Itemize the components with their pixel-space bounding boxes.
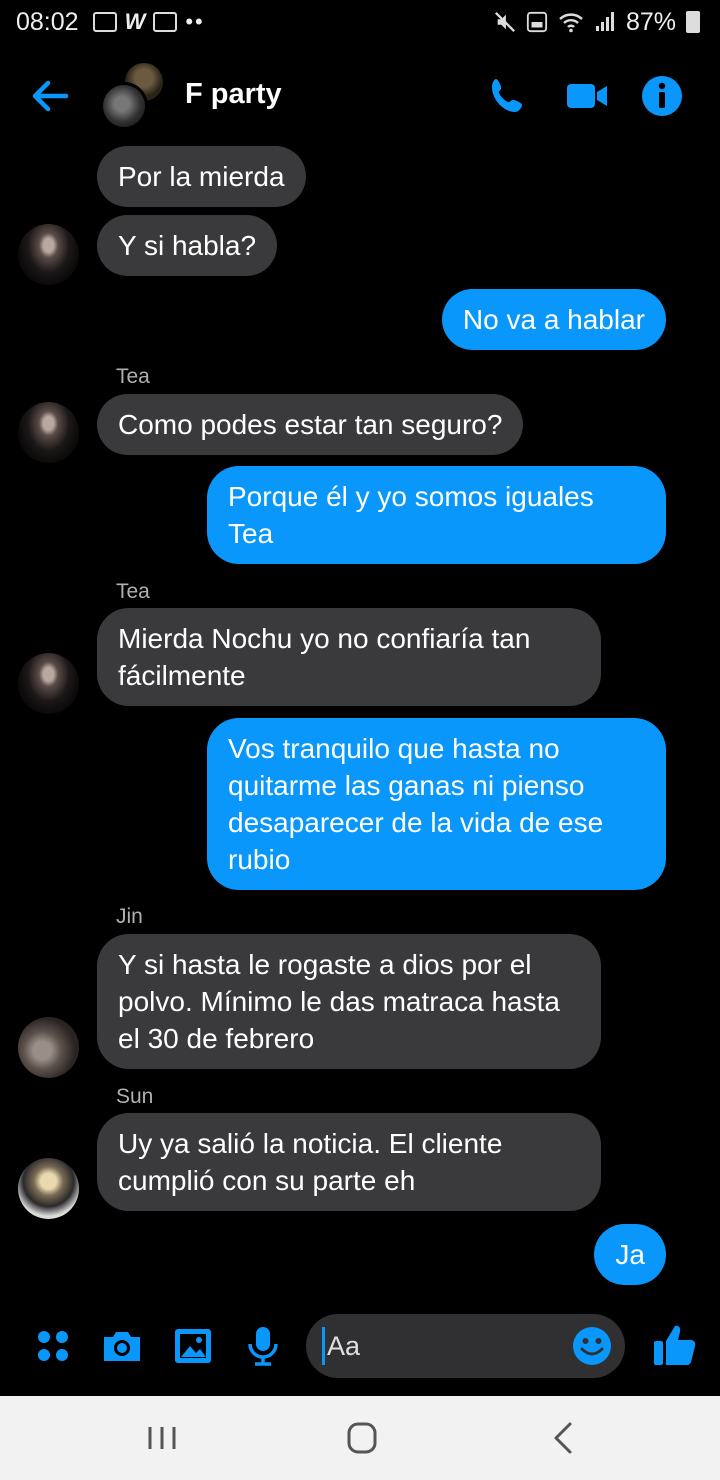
- avatar[interactable]: [18, 224, 79, 285]
- mute-icon: [494, 12, 515, 32]
- incoming-message[interactable]: Como podes estar tan seguro?: [97, 394, 524, 455]
- status-bar: 08:02 W •• 87%: [0, 0, 720, 44]
- incoming-message[interactable]: Y si hasta le rogaste a dios por el polv…: [97, 934, 601, 1069]
- volte-icon: [526, 11, 548, 33]
- outgoing-message[interactable]: No va a hablar: [441, 289, 666, 350]
- status-time: 08:02: [16, 7, 79, 36]
- phone-icon[interactable]: [486, 74, 530, 118]
- thumbs-up-icon[interactable]: [651, 1322, 697, 1368]
- message-input[interactable]: [322, 1327, 562, 1365]
- incoming-message[interactable]: Y si habla?: [97, 215, 278, 276]
- message-input-container: [306, 1314, 625, 1378]
- group-member-avatar: [100, 82, 148, 130]
- back-arrow-icon[interactable]: [28, 74, 72, 118]
- conversation-title[interactable]: F party: [185, 78, 282, 111]
- recent-apps-icon[interactable]: [142, 1420, 182, 1456]
- conversation-header: F party: [0, 52, 720, 142]
- wifi-icon: [559, 13, 583, 33]
- incoming-message[interactable]: Mierda Nochu yo no confiaría tan fácilme…: [97, 608, 601, 706]
- avatar[interactable]: [18, 402, 79, 463]
- video-camera-icon[interactable]: [565, 74, 609, 118]
- sender-name: Sun: [116, 1085, 154, 1108]
- group-avatar[interactable]: [100, 60, 170, 130]
- image-notification-icon: [92, 12, 117, 32]
- emoji-icon[interactable]: [571, 1325, 613, 1367]
- home-icon[interactable]: [342, 1420, 382, 1456]
- outgoing-message[interactable]: Porque él y yo somos iguales Tea: [207, 466, 666, 564]
- mail-notification-icon: [153, 12, 178, 32]
- gallery-icon[interactable]: [171, 1324, 215, 1368]
- app-notification-icon: W: [124, 9, 146, 34]
- outgoing-message[interactable]: Ja: [594, 1224, 666, 1285]
- info-icon[interactable]: [640, 74, 684, 118]
- composer-bar: [0, 1310, 720, 1382]
- microphone-icon[interactable]: [241, 1324, 285, 1368]
- signal-icon: [595, 12, 614, 31]
- battery-percent: 87%: [625, 7, 676, 36]
- apps-icon[interactable]: [31, 1324, 75, 1368]
- avatar[interactable]: [18, 1017, 79, 1078]
- avatar[interactable]: [18, 653, 79, 714]
- incoming-message[interactable]: Uy ya salió la noticia. El cliente cumpl…: [97, 1113, 601, 1211]
- system-navigation-bar: [0, 1396, 720, 1480]
- sender-name: Tea: [116, 580, 150, 603]
- camera-icon[interactable]: [100, 1324, 144, 1368]
- incoming-message[interactable]: Por la mierda: [97, 146, 306, 207]
- more-notifications-icon: ••: [185, 9, 205, 34]
- battery-icon: [686, 11, 700, 33]
- nav-back-icon[interactable]: [544, 1420, 584, 1456]
- avatar[interactable]: [18, 1158, 79, 1219]
- sender-name: Jin: [116, 905, 143, 928]
- sender-name: Tea: [116, 365, 150, 388]
- outgoing-message[interactable]: Vos tranquilo que hasta no quitarme las …: [207, 718, 666, 890]
